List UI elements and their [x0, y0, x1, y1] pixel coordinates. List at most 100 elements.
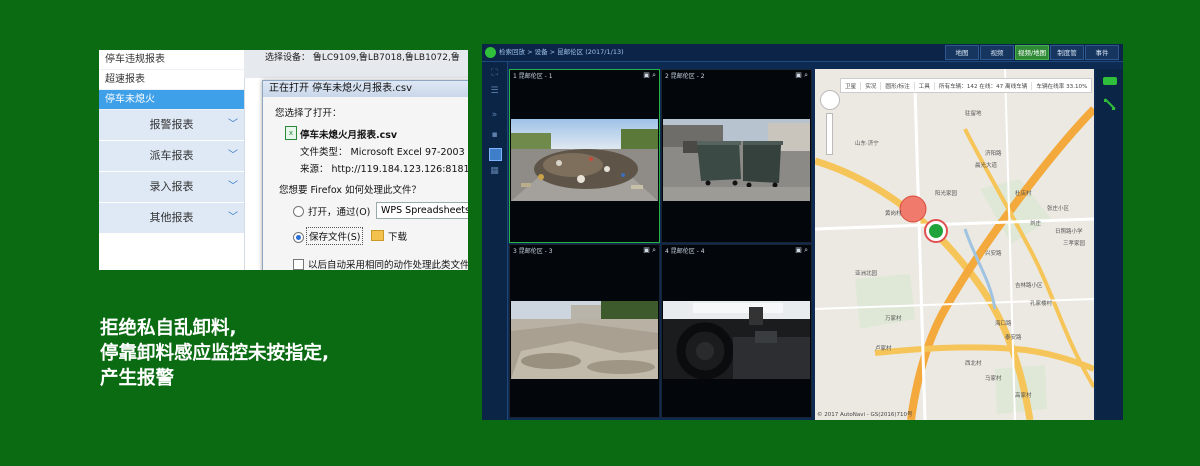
map-place-label: 驻留地	[965, 111, 982, 117]
map-place-label: 泰安路	[1005, 335, 1022, 341]
map-place-label: 亚洲北园	[855, 271, 878, 277]
collapse-icon[interactable]: »	[489, 110, 500, 121]
tab-map[interactable]: 地图	[945, 45, 979, 60]
expand-icon[interactable]: ⛶	[489, 68, 500, 79]
tab-rules[interactable]: 制度管	[1050, 45, 1084, 60]
download-dialog: 正在打开 停车未熄火月报表.csv 您选择了打开： x 停车未熄火月报表.csv…	[262, 80, 468, 270]
camera-label: 3 昆邮伦区 - 3	[513, 248, 553, 255]
camera-label: 4 昆邮伦区 - 4	[665, 248, 705, 255]
caption: 拒绝私自乱卸料, 停靠卸料感应监控未按指定, 产生报警	[100, 316, 329, 391]
camera-controls[interactable]: ▣ ⌕	[643, 246, 656, 255]
caption-line-2: 停靠卸料感应监控未按指定,	[100, 343, 330, 364]
map-place-label: 马家村	[985, 376, 1002, 382]
grid-1-icon[interactable]: ▪	[489, 130, 500, 141]
sidebar-item-parking-violation-report[interactable]: 停车违规报表	[99, 50, 244, 70]
map-place-label: 刘庄	[1030, 221, 1042, 227]
camera-controls[interactable]: ▣ ⌕	[795, 71, 808, 80]
auto-action-checkbox[interactable]	[293, 259, 304, 270]
route-icon[interactable]	[1104, 98, 1116, 110]
chevron-down-icon: ﹀	[228, 181, 238, 192]
tab-video-map[interactable]: 视频/地图	[1015, 45, 1049, 60]
left-toolbar: ⛶ ☰ » ▪ ▦	[482, 62, 508, 420]
map-place-label: 日照路小学	[1055, 229, 1083, 235]
map-place-label: 三孝家园	[1063, 241, 1086, 247]
map-place-label: 济阳路	[985, 151, 1002, 157]
dialog-file-name: 停车未熄火月报表.csv	[300, 130, 398, 141]
map-place-label: 孔家楼村	[1030, 301, 1053, 307]
camera-tile-3[interactable]: 3 昆邮伦区 - 3 ▣ ⌕	[509, 244, 660, 418]
dialog-title: 正在打开 停车未熄火月报表.csv	[263, 81, 468, 97]
top-bar: 检索回放 > 设备 > 昆邮伦区 (2017/1/13) 地图 视频 视频/地图…	[482, 44, 1123, 62]
map-copyright: © 2017 AutoNavi - GS(2016)710号	[817, 412, 913, 418]
auto-action-label: 以后自动采用相同的动作处理此类文件	[308, 260, 468, 270]
map-zoom-slider[interactable]	[826, 113, 833, 155]
vehicle-icon[interactable]	[1103, 77, 1117, 85]
grid-9-icon[interactable]: ▦	[489, 166, 500, 177]
report-window: 停车违规报表 超速报表 停车未熄火 报警报表 ﹀ 派车报表 ﹀ 录入报表 ﹀ 其…	[99, 50, 468, 270]
camera-tile-1[interactable]: 1 昆邮伦区 - 1 ▣ ⌕	[509, 69, 660, 243]
grid-4-icon[interactable]	[489, 148, 502, 161]
nav-tabs: 地图 视频 视频/地图 制度管 事件	[945, 45, 1119, 60]
sidebar-group-label: 录入报表	[149, 180, 194, 193]
csv-file-icon: x	[285, 126, 297, 140]
dialog-prompt: 您选择了打开：	[275, 108, 342, 119]
map-toolbar: 卫星 实况 圆形/标注 工具 所有车辆：142 在线：47 离线车辆 车辆在线率…	[840, 78, 1092, 93]
camera-tile-2[interactable]: 2 昆邮伦区 - 2 ▣ ⌕	[661, 69, 812, 243]
map-tool-traffic[interactable]: 实况	[861, 81, 882, 90]
map-panel[interactable]: 卫星 实况 圆形/标注 工具 所有车辆：142 在线：47 离线车辆 车辆在线率…	[815, 69, 1094, 420]
tab-video[interactable]: 视频	[980, 45, 1014, 60]
camera-frame-truck-cab	[663, 301, 810, 379]
sidebar-group-label: 报警报表	[149, 118, 194, 131]
sidebar-group-alarm-reports[interactable]: 报警报表 ﹀	[99, 110, 244, 141]
caption-line-1: 拒绝私自乱卸料,	[100, 318, 237, 339]
sidebar-item-idling-report[interactable]: 停车未熄火	[99, 90, 244, 110]
map-place-label: 黄岗村	[885, 211, 902, 217]
camera-frame-dumpsters	[663, 119, 810, 201]
sidebar-group-label: 其他报表	[149, 211, 194, 224]
right-toolbar	[1096, 69, 1123, 420]
folder-icon	[371, 230, 384, 241]
camera-controls[interactable]: ▣ ⌕	[795, 246, 808, 255]
breadcrumb: 检索回放 > 设备 > 昆邮伦区 (2017/1/13)	[499, 48, 624, 56]
map-pan-control[interactable]	[820, 90, 840, 110]
online-rate: 车辆在线率 33.10%	[1032, 82, 1091, 90]
dialog-source: 来源： http://119.184.123.126:8181	[300, 164, 468, 175]
vehicle-stats: 所有车辆：142 在线：47 离线车辆	[935, 81, 1033, 90]
open-with-app-select[interactable]: WPS Spreadsheets	[376, 202, 468, 219]
sidebar-group-entry-reports[interactable]: 录入报表 ﹀	[99, 172, 244, 203]
map-place-label: 吉林路小区	[1015, 283, 1043, 289]
chevron-down-icon: ﹀	[228, 119, 238, 130]
camera-label: 2 昆邮伦区 - 2	[665, 73, 705, 80]
map-place-label: 张庄小区	[1047, 206, 1070, 212]
map-place-label: 卢家村	[875, 346, 892, 352]
map-tool-markers[interactable]: 圆形/标注	[881, 81, 915, 90]
open-with-label[interactable]: 打开，通过(O)	[308, 204, 370, 218]
app-logo-icon	[485, 47, 496, 58]
map-place-label: 高家村	[1015, 393, 1032, 399]
save-file-radio[interactable]	[293, 232, 304, 243]
device-selector-field[interactable]: 选择设备： 鲁LC9109,鲁LB7018,鲁LB1072,鲁	[265, 50, 460, 63]
map-place-label: 西北村	[965, 361, 982, 367]
list-icon[interactable]: ☰	[489, 86, 500, 97]
map-tool-satellite[interactable]: 卫星	[841, 81, 862, 90]
sidebar-group-other-reports[interactable]: 其他报表 ﹀	[99, 203, 244, 234]
save-file-label[interactable]: 保存文件(S)	[306, 227, 364, 245]
map-place-label: 阳光家园	[935, 191, 958, 197]
camera-tile-4[interactable]: 4 昆邮伦区 - 4 ▣ ⌕	[661, 244, 812, 418]
chevron-down-icon: ﹀	[228, 212, 238, 223]
map-tool-tools[interactable]: 工具	[915, 81, 935, 90]
open-with-radio[interactable]	[293, 206, 304, 217]
camera-label: 1 昆邮伦区 - 1	[513, 73, 553, 80]
map-canvas[interactable]	[815, 69, 1094, 420]
camera-frame-construction-site	[511, 301, 658, 379]
dialog-file-type: 文件类型： Microsoft Excel 97-2003 工	[300, 147, 468, 158]
camera-controls[interactable]: ▣ ⌕	[643, 71, 656, 80]
sidebar-group-label: 派车报表	[149, 149, 194, 162]
save-location[interactable]: 下载	[388, 229, 407, 243]
sidebar-item-speeding-report[interactable]: 超速报表	[99, 70, 244, 90]
tab-events[interactable]: 事件	[1085, 45, 1119, 60]
map-place-label: 杜店村	[1015, 191, 1032, 197]
sidebar-group-dispatch-reports[interactable]: 派车报表 ﹀	[99, 141, 244, 172]
caption-line-3: 产生报警	[100, 368, 175, 389]
map-place-label: 万家村	[885, 316, 902, 322]
